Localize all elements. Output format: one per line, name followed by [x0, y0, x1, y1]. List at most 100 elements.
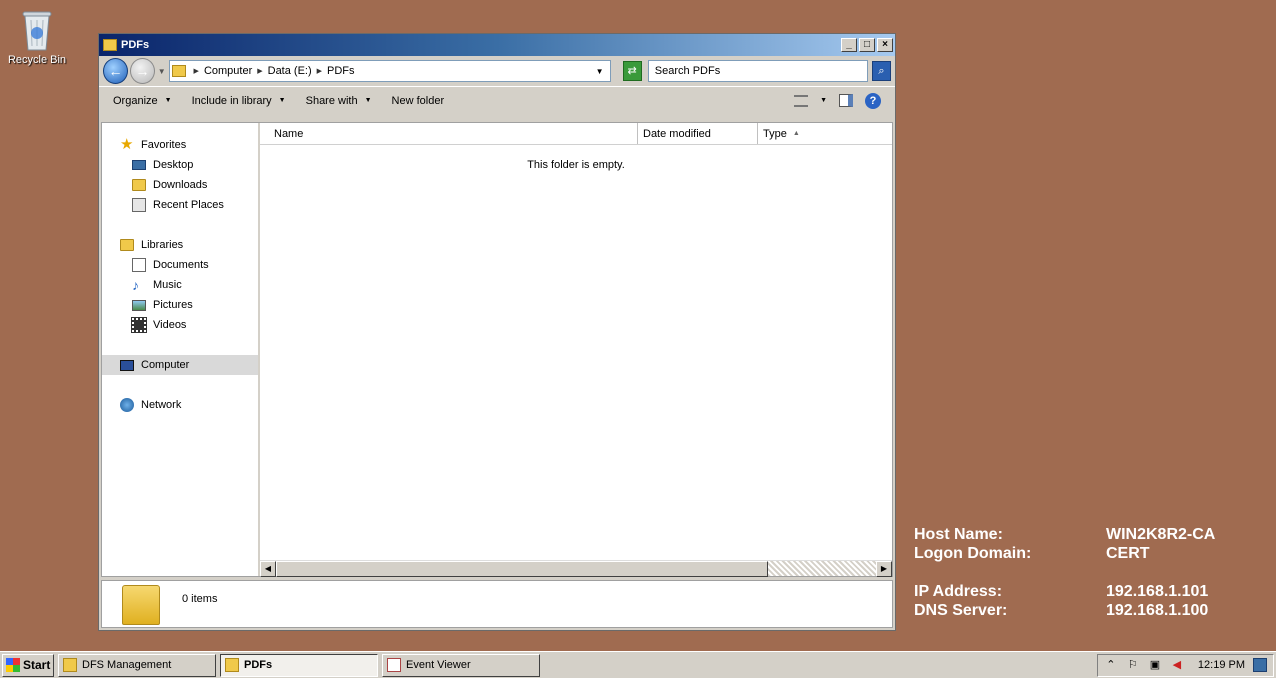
system-tray: ⌃ ⚐ ▣ ◀ 12:19 PM	[1096, 653, 1274, 677]
sort-ascending-icon: ▲	[792, 130, 800, 137]
nav-network[interactable]: Network	[102, 395, 258, 415]
clock[interactable]: 12:19 PM	[1198, 659, 1245, 671]
help-icon[interactable]: ?	[865, 92, 881, 109]
file-list-pane[interactable]: Name Date modified Type ▲ This folder is …	[260, 123, 892, 577]
ip-address-label: IP Address:	[914, 583, 1003, 600]
navigation-pane: ★ Favorites Desktop Downloads Recent Plac…	[102, 123, 260, 576]
nav-favorites[interactable]: ★ Favorites	[102, 135, 258, 155]
task-dfs-management[interactable]: DFS Management	[58, 653, 216, 677]
search-icon: ⌕	[878, 65, 885, 77]
close-button[interactable]: ×	[877, 38, 893, 52]
chevron-down-icon: ▼	[278, 97, 286, 104]
scroll-track[interactable]	[768, 561, 876, 576]
column-name-label: Name	[274, 127, 304, 140]
chevron-right-icon[interactable]: ▶	[257, 67, 262, 75]
share-with-label: Share with	[305, 94, 358, 107]
chevron-down-icon: ▼	[164, 97, 172, 104]
large-folder-icon	[122, 585, 160, 625]
organize-button[interactable]: Organize ▼	[113, 95, 172, 107]
start-button[interactable]: Start	[2, 653, 54, 677]
include-in-library-button[interactable]: Include in library ▼	[192, 95, 286, 107]
breadcrumb-pdfs[interactable]: PDFs	[327, 65, 355, 77]
logon-domain-label: Logon Domain:	[914, 545, 1032, 562]
search-button[interactable]: ⌕	[871, 61, 892, 81]
nav-recent-places[interactable]: Recent Places	[102, 195, 258, 215]
column-header-date-modified[interactable]: Date modified	[638, 123, 758, 144]
details-pane: 0 items	[101, 580, 893, 628]
show-hidden-icons-icon[interactable]: ⌃	[1104, 658, 1118, 672]
nav-libraries[interactable]: Libraries	[102, 235, 258, 255]
maximize-button[interactable]: □	[859, 38, 875, 52]
folder-icon	[103, 39, 117, 51]
host-name-value: WIN2K8R2-CA	[1106, 526, 1216, 543]
forward-arrow-icon: →	[135, 63, 150, 79]
refresh-button[interactable]: ⇄	[622, 61, 642, 81]
recycle-bin-label: Recycle Bin	[7, 54, 67, 66]
recent-pages-dropdown[interactable]: ▼	[157, 67, 167, 76]
task-pdfs[interactable]: PDFs	[220, 653, 378, 677]
empty-folder-message: This folder is empty.	[527, 159, 625, 171]
computer-icon	[120, 359, 134, 371]
start-label: Start	[23, 658, 51, 672]
chevron-right-icon[interactable]: ▶	[317, 67, 322, 75]
address-dropdown-icon[interactable]: ▼	[596, 67, 610, 76]
command-bar: Organize ▼ Include in library ▼ Share with…	[99, 86, 895, 114]
search-input[interactable]: Search PDFs	[647, 60, 868, 82]
nav-pictures-label: Pictures	[153, 299, 193, 311]
title-bar[interactable]: PDFs _ □ ×	[99, 34, 895, 56]
recycle-bin[interactable]: Recycle Bin	[6, 6, 68, 66]
scroll-right-button[interactable]: ▶	[876, 561, 892, 577]
task-event-viewer[interactable]: Event Viewer	[382, 653, 540, 677]
chevron-right-icon[interactable]: ▶	[194, 67, 199, 75]
nav-downloads[interactable]: Downloads	[102, 175, 258, 195]
nav-documents[interactable]: Documents	[102, 255, 258, 275]
taskbar: Start DFS Management PDFs Event Viewer ⌃…	[0, 651, 1276, 678]
action-center-flag-icon[interactable]: ⚐	[1126, 658, 1140, 672]
dfs-management-icon	[63, 658, 77, 672]
documents-icon	[132, 258, 146, 272]
videos-icon	[131, 317, 147, 333]
ip-address-value: 192.168.1.101	[1106, 583, 1209, 600]
preview-pane-icon[interactable]	[839, 94, 853, 107]
search-placeholder: Search PDFs	[654, 65, 721, 77]
nav-downloads-label: Downloads	[153, 179, 208, 191]
nav-music[interactable]: ♪ Music	[102, 275, 258, 295]
share-with-button[interactable]: Share with ▼	[306, 95, 372, 107]
nav-videos[interactable]: Videos	[102, 315, 258, 335]
pictures-icon	[132, 299, 146, 311]
forward-button[interactable]: →	[129, 58, 155, 84]
breadcrumb-data-drive[interactable]: Data (E:)	[268, 65, 312, 77]
change-view-icon[interactable]	[794, 94, 809, 107]
new-folder-label: New folder	[391, 94, 445, 107]
item-count: 0 items	[182, 593, 218, 605]
back-button[interactable]: ←	[103, 58, 128, 84]
nav-pictures[interactable]: Pictures	[102, 295, 258, 315]
address-bar-row: ← → ▼ ▶ Computer ▶ Data (E:) ▶ PDFs ▼ ⇄ …	[99, 56, 895, 86]
libraries-icon	[120, 239, 134, 251]
nav-computer[interactable]: Computer	[102, 355, 258, 375]
view-options-chevron-icon[interactable]: ▼	[820, 97, 827, 104]
content-area: ★ Favorites Desktop Downloads Recent Plac…	[101, 122, 893, 577]
column-header-name[interactable]: Name	[260, 123, 638, 144]
column-header-type[interactable]: Type ▲	[758, 123, 892, 144]
nav-favorites-label: Favorites	[141, 139, 187, 151]
new-folder-button[interactable]: New folder	[392, 95, 445, 107]
minimize-button[interactable]: _	[841, 38, 857, 52]
breadcrumb-computer[interactable]: Computer	[204, 65, 252, 77]
include-in-library-label: Include in library	[191, 94, 272, 107]
network-tray-icon[interactable]: ▣	[1148, 658, 1162, 672]
task-dfs-management-label: DFS Management	[82, 659, 172, 671]
nav-desktop[interactable]: Desktop	[102, 155, 258, 175]
dns-server-label: DNS Server:	[914, 602, 1008, 619]
volume-muted-icon[interactable]: ◀	[1170, 658, 1184, 672]
show-desktop-icon[interactable]	[1253, 658, 1267, 672]
horizontal-scrollbar[interactable]: ◀ ▶	[260, 560, 892, 577]
address-bar[interactable]: ▶ Computer ▶ Data (E:) ▶ PDFs ▼	[168, 60, 611, 82]
windows-logo-icon	[6, 658, 20, 672]
nav-network-label: Network	[141, 399, 182, 411]
chevron-down-icon: ▼	[364, 97, 372, 104]
scroll-left-button[interactable]: ◀	[260, 561, 276, 577]
dns-server-value: 192.168.1.100	[1106, 602, 1209, 619]
scroll-thumb[interactable]	[276, 561, 768, 577]
network-icon	[120, 398, 134, 412]
